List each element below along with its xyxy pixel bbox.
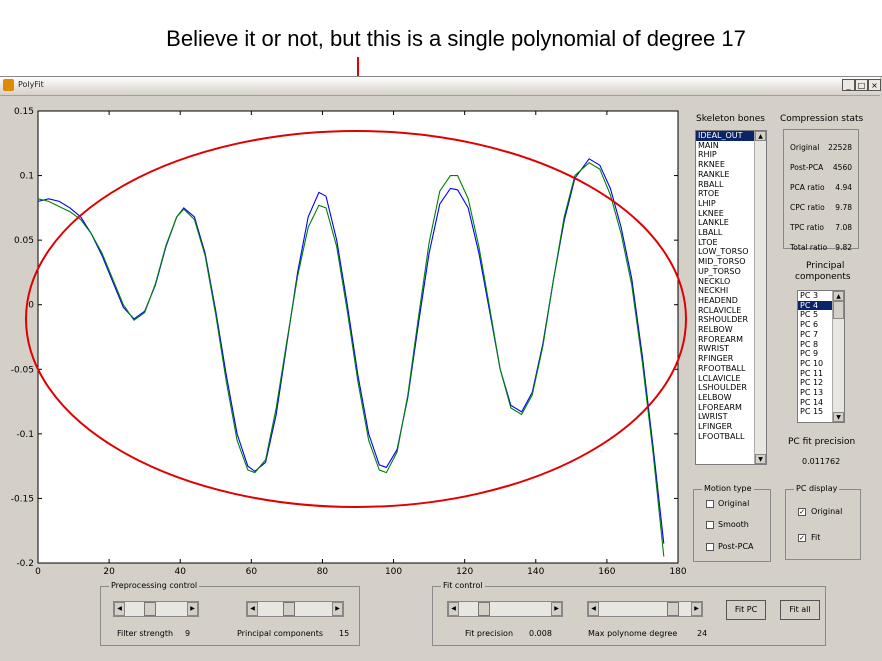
motion-original-label: Original bbox=[718, 499, 750, 508]
pc-display-title: PC display bbox=[794, 484, 840, 493]
slider-left-arrow-icon[interactable]: ◀ bbox=[247, 602, 258, 616]
principal-components-slider[interactable]: ◀ ▶ bbox=[246, 601, 344, 617]
stat-value: 9.82 bbox=[835, 243, 852, 252]
motion-postpca-checkbox[interactable] bbox=[706, 543, 714, 551]
max-degree-label: Max polynome degree bbox=[588, 629, 678, 638]
x-tick-label: 100 bbox=[385, 567, 402, 577]
slider-right-arrow-icon[interactable]: ▶ bbox=[691, 602, 702, 616]
slider-right-arrow-icon[interactable]: ▶ bbox=[187, 602, 198, 616]
motion-type-group: Motion type Original Smooth Post-PCA bbox=[693, 484, 771, 562]
minimize-button[interactable]: _ bbox=[842, 79, 855, 91]
preprocessing-title: Preprocessing control bbox=[109, 581, 200, 590]
y-tick-label: 0 bbox=[28, 301, 34, 311]
pc-display-group: PC display ✓ Original ✓ Fit bbox=[785, 484, 861, 560]
principal-components-title-line1: Principal bbox=[806, 261, 845, 271]
pcdisplay-fit-checkbox[interactable]: ✓ bbox=[798, 534, 806, 542]
x-tick-label: 60 bbox=[246, 567, 258, 577]
stat-value: 4560 bbox=[832, 163, 852, 172]
slider-left-arrow-icon[interactable]: ◀ bbox=[588, 602, 599, 616]
title-bar[interactable]: PolyFit _ □ × bbox=[0, 77, 881, 96]
x-tick-label: 180 bbox=[669, 567, 686, 577]
fit-all-button[interactable]: Fit all bbox=[780, 600, 820, 620]
filter-strength-label: Filter strength bbox=[117, 629, 174, 638]
stat-value: 7.08 bbox=[835, 223, 852, 232]
stat-label: CPC ratio bbox=[790, 203, 825, 212]
stat-value: 4.94 bbox=[835, 183, 852, 192]
principal-components-thumb[interactable] bbox=[283, 602, 295, 616]
maximize-button[interactable]: □ bbox=[855, 79, 868, 91]
scroll-down-arrow-icon[interactable]: ▼ bbox=[833, 412, 844, 422]
preprocessing-control-group: Preprocessing control ◀ ▶ ◀ ▶ Filter str… bbox=[100, 581, 360, 646]
motion-type-title: Motion type bbox=[702, 484, 754, 493]
filter-strength-slider[interactable]: ◀ ▶ bbox=[113, 601, 199, 617]
x-tick-label: 20 bbox=[103, 567, 115, 577]
polynomial-plot: 0.150.10.050-0.05-0.1-0.15-0.20 20 40 60 80 1… bbox=[11, 107, 687, 577]
x-tick-label: 160 bbox=[598, 567, 615, 577]
y-tick-label: -0.05 bbox=[11, 365, 34, 375]
stat-label: Original bbox=[790, 143, 820, 152]
compression-stats-title: Compression stats bbox=[780, 114, 864, 124]
principal-components-list[interactable]: PC 3 PC 4 PC 5 PC 6 PC 7 PC 8 PC 9 PC 10 PC 11 PC… bbox=[797, 290, 845, 423]
motion-original-checkbox[interactable] bbox=[706, 500, 714, 508]
pc-scroll-thumb[interactable] bbox=[833, 301, 844, 319]
skeleton-bones-list[interactable]: IDEAL_OUT MAIN RHIP RKNEE RANKLE RBALL RTOE LHI… bbox=[695, 130, 767, 465]
principal-components-value: 15 bbox=[339, 629, 350, 638]
fit-pc-button[interactable]: Fit PC bbox=[726, 600, 766, 620]
compression-stats-box: Original 22528 Post-PCA 4560 PCA ratio 4.94 CP… bbox=[783, 129, 859, 252]
stat-value: 9.78 bbox=[835, 203, 852, 212]
motion-smooth-label: Smooth bbox=[718, 520, 749, 529]
y-tick-label: -0.1 bbox=[16, 430, 34, 440]
motion-postpca-label: Post-PCA bbox=[718, 542, 754, 551]
x-tick-label: 40 bbox=[174, 567, 186, 577]
principal-components-label: Principal components bbox=[237, 629, 324, 638]
pc-fit-precision-label: PC fit precision bbox=[788, 437, 856, 447]
x-tick-label: 80 bbox=[317, 567, 329, 577]
motion-smooth-checkbox[interactable] bbox=[706, 521, 714, 529]
stat-label: TPC ratio bbox=[790, 223, 825, 232]
scroll-down-arrow-icon[interactable]: ▼ bbox=[755, 454, 766, 464]
slider-right-arrow-icon[interactable]: ▶ bbox=[551, 602, 562, 616]
filter-strength-thumb[interactable] bbox=[144, 602, 156, 616]
y-tick-label: 0.1 bbox=[20, 172, 34, 182]
bones-scrollbar[interactable]: ▲ ▼ bbox=[754, 131, 766, 464]
close-button[interactable]: × bbox=[868, 79, 881, 91]
pcdisplay-fit-label: Fit bbox=[811, 533, 821, 542]
scroll-up-arrow-icon[interactable]: ▲ bbox=[833, 291, 844, 301]
pc-scrollbar[interactable]: ▲ ▼ bbox=[832, 291, 844, 422]
x-tick-label: 120 bbox=[456, 567, 473, 577]
axes-box bbox=[37, 110, 679, 564]
stat-label: PCA ratio bbox=[790, 183, 825, 192]
x-tick-label: 140 bbox=[527, 567, 544, 577]
scroll-up-arrow-icon[interactable]: ▲ bbox=[755, 131, 766, 141]
y-tick-label: -0.2 bbox=[16, 559, 34, 569]
max-degree-value: 24 bbox=[697, 629, 708, 638]
fit-precision-slider[interactable]: ◀ ▶ bbox=[447, 601, 563, 617]
fit-precision-label: Fit precision bbox=[465, 629, 514, 638]
principal-components-title-line2: components bbox=[795, 272, 851, 282]
y-tick-label: 0.15 bbox=[14, 107, 34, 117]
max-degree-thumb[interactable] bbox=[667, 602, 679, 616]
fit-precision-thumb[interactable] bbox=[478, 602, 490, 616]
y-tick-label: -0.15 bbox=[11, 494, 34, 504]
fit-control-group: Fit control ◀ ▶ ◀ ▶ Fit PC Fit all Fit p… bbox=[432, 581, 826, 646]
stat-value: 22528 bbox=[828, 143, 852, 152]
slider-right-arrow-icon[interactable]: ▶ bbox=[332, 602, 343, 616]
slider-left-arrow-icon[interactable]: ◀ bbox=[448, 602, 459, 616]
pcdisplay-original-checkbox[interactable]: ✓ bbox=[798, 508, 806, 516]
x-tick-label: 0 bbox=[35, 567, 41, 577]
skeleton-bones-title: Skeleton bones bbox=[696, 114, 765, 124]
polyfit-window: PolyFit _ □ × 0.15 0.1 0.05 0 -0.05 -0.1 -0.15… bbox=[0, 76, 882, 661]
pcdisplay-original-label: Original bbox=[811, 507, 843, 516]
fit-control-title: Fit control bbox=[441, 581, 485, 590]
filter-strength-value: 9 bbox=[185, 629, 191, 638]
y-tick-label: 0.05 bbox=[14, 236, 34, 246]
slider-left-arrow-icon[interactable]: ◀ bbox=[114, 602, 125, 616]
matlab-icon bbox=[3, 79, 14, 91]
pc-fit-precision-value: 0.011762 bbox=[802, 457, 841, 466]
window-title: PolyFit bbox=[18, 80, 44, 89]
stat-label: Post-PCA bbox=[790, 163, 824, 172]
fit-precision-value: 0.008 bbox=[529, 629, 552, 638]
stat-label: Total ratio bbox=[790, 243, 828, 252]
max-degree-slider[interactable]: ◀ ▶ bbox=[587, 601, 703, 617]
